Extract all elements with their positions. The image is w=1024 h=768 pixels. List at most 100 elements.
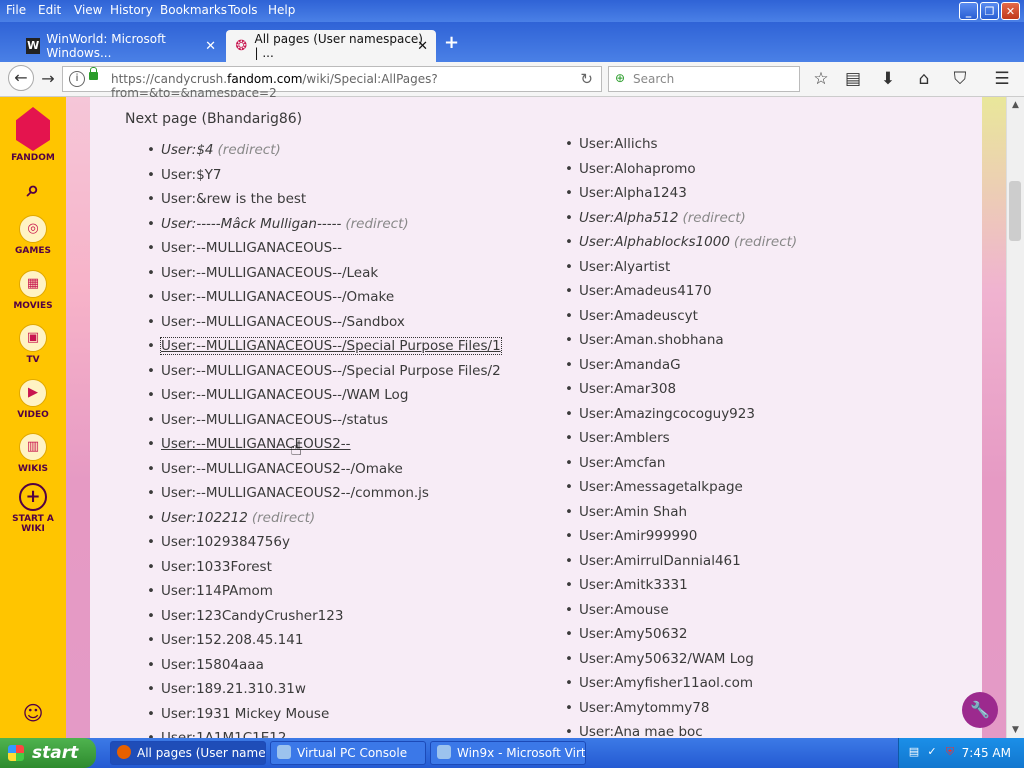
- page-link[interactable]: User:15804aaa: [161, 657, 264, 673]
- page-link[interactable]: User:Amadeus4170: [579, 283, 712, 299]
- page-link[interactable]: User:--MULLIGANACEOUS--/status: [161, 412, 388, 428]
- menu-bookmarks[interactable]: Bookmarks: [160, 3, 227, 17]
- list-item[interactable]: User:Amcfan: [565, 453, 666, 473]
- list-item[interactable]: User:1029384756y: [147, 532, 290, 552]
- list-item[interactable]: User:1931 Mickey Mouse: [147, 704, 329, 724]
- list-item[interactable]: User:114PAmom: [147, 581, 273, 601]
- page-link[interactable]: User:102212: [161, 510, 248, 526]
- user-avatar-icon[interactable]: ☺: [0, 701, 66, 725]
- menu-edit[interactable]: Edit: [38, 3, 61, 17]
- restore-icon[interactable]: ❐: [980, 2, 999, 20]
- download-icon[interactable]: ⬇: [877, 68, 899, 90]
- page-link[interactable]: User:Amitk3331: [579, 577, 688, 593]
- list-item[interactable]: User:-----Mâck Mulligan-----(redirect): [147, 214, 409, 234]
- page-link[interactable]: User:Alpha1243: [579, 185, 687, 201]
- list-item[interactable]: User:--MULLIGANACEOUS--/WAM Log: [147, 385, 408, 405]
- tab-all-pages[interactable]: ❂ All pages (User namespace) | ... ✕: [226, 30, 436, 62]
- page-link[interactable]: User:-----Mâck Mulligan-----: [161, 216, 341, 232]
- page-link[interactable]: User:$4: [161, 142, 214, 158]
- page-link[interactable]: User:Amytommy78: [579, 700, 709, 716]
- page-link[interactable]: User:152.208.45.141: [161, 632, 303, 648]
- list-item[interactable]: User:$4(redirect): [147, 140, 281, 160]
- page-link[interactable]: User:Amy50632: [579, 626, 687, 642]
- tab-winworld[interactable]: W WinWorld: Microsoft Windows... ✕: [18, 30, 224, 62]
- hamburger-menu-icon[interactable]: ☰: [991, 68, 1013, 90]
- list-item[interactable]: User:&rew is the best: [147, 189, 306, 209]
- close-icon[interactable]: ✕: [1001, 2, 1020, 20]
- menu-view[interactable]: View: [74, 3, 102, 17]
- page-link[interactable]: User:1931 Mickey Mouse: [161, 706, 329, 722]
- list-item[interactable]: User:--MULLIGANACEOUS--/status: [147, 410, 388, 430]
- menu-help[interactable]: Help: [268, 3, 295, 17]
- list-item[interactable]: User:Amar308: [565, 379, 676, 399]
- vertical-scrollbar[interactable]: ▲ ▼: [1006, 97, 1024, 738]
- page-link[interactable]: User:189.21.310.31w: [161, 681, 306, 697]
- page-link[interactable]: User:--MULLIGANACEOUS--/WAM Log: [161, 387, 408, 403]
- page-link[interactable]: User:Ana mae boc: [579, 724, 703, 738]
- list-item[interactable]: User:Amyfisher11aol.com: [565, 673, 753, 693]
- page-link[interactable]: User:AmirrulDannial461: [579, 553, 741, 569]
- fandom-logo[interactable]: FANDOM: [0, 107, 66, 163]
- bookmark-star-icon[interactable]: ☆: [810, 68, 832, 90]
- list-item[interactable]: User:Amin Shah: [565, 502, 687, 522]
- page-link[interactable]: User:Amcfan: [579, 455, 665, 471]
- list-item[interactable]: User:AmirrulDannial461: [565, 551, 741, 571]
- task-win9x[interactable]: Win9x - Microsoft Virt...: [430, 741, 586, 765]
- list-item[interactable]: User:--MULLIGANACEOUS--/Special Purpose …: [147, 361, 501, 381]
- page-link[interactable]: User:AmandaG: [579, 357, 681, 373]
- list-item[interactable]: User:--MULLIGANACEOUS2--/common.js: [147, 483, 429, 503]
- back-icon[interactable]: ←: [8, 65, 34, 91]
- new-tab-icon[interactable]: +: [444, 32, 459, 53]
- list-item[interactable]: User:Alohapromo: [565, 159, 696, 179]
- list-item[interactable]: User:189.21.310.31w: [147, 679, 306, 699]
- sidebar-item-tv[interactable]: ▣ TV: [0, 324, 66, 365]
- page-link[interactable]: User:--MULLIGANACEOUS--/Special Purpose …: [161, 363, 501, 379]
- list-item[interactable]: User:Amir999990: [565, 526, 697, 546]
- search-input[interactable]: ⊕ Search: [608, 66, 800, 92]
- list-item[interactable]: User:1033Forest: [147, 557, 272, 577]
- list-item[interactable]: User:1A1M1C1E12: [147, 728, 287, 738]
- page-link[interactable]: User:Amyfisher11aol.com: [579, 675, 753, 691]
- page-link[interactable]: User:--MULLIGANACEOUS--/Leak: [161, 265, 378, 281]
- list-item[interactable]: User:Amblers: [565, 428, 670, 448]
- url-bar[interactable]: i https://candycrush.fandom.com/wiki/Spe…: [62, 66, 602, 100]
- list-item[interactable]: User:AmandaG: [565, 355, 681, 375]
- reload-icon[interactable]: ↻: [580, 70, 593, 88]
- page-link[interactable]: User:Alpha512: [579, 210, 678, 226]
- page-link[interactable]: User:--MULLIGANACEOUS2--: [161, 436, 351, 452]
- list-item[interactable]: User:Amadeuscyt: [565, 306, 698, 326]
- home-icon[interactable]: ⌂: [913, 68, 935, 90]
- network-icon[interactable]: ▤: [907, 745, 921, 759]
- sidebar-item-movies[interactable]: ▦ MOVIES: [0, 270, 66, 311]
- sidebar-item-start-a-wiki[interactable]: + START A WIKI: [0, 483, 66, 534]
- list-item[interactable]: User:102212(redirect): [147, 508, 315, 528]
- page-link[interactable]: User:Amadeuscyt: [579, 308, 698, 324]
- menu-file[interactable]: File: [6, 3, 26, 17]
- list-item[interactable]: User:152.208.45.141: [147, 630, 303, 650]
- page-link[interactable]: User:Amy50632/WAM Log: [579, 651, 754, 667]
- page-link[interactable]: User:Amir999990: [579, 528, 697, 544]
- list-item[interactable]: User:Aman.shobhana: [565, 330, 724, 350]
- page-link[interactable]: User:--MULLIGANACEOUS--/Omake: [161, 289, 394, 305]
- page-link[interactable]: User:Alohapromo: [579, 161, 696, 177]
- page-link[interactable]: User:--MULLIGANACEOUS--: [161, 240, 342, 256]
- scroll-up-icon[interactable]: ▲: [1007, 97, 1024, 113]
- list-item[interactable]: User:Alpha512(redirect): [565, 208, 746, 228]
- list-item[interactable]: User:--MULLIGANACEOUS--/Sandbox: [147, 312, 405, 332]
- list-item[interactable]: User:123CandyCrusher123: [147, 606, 343, 626]
- start-button[interactable]: start: [0, 738, 96, 768]
- list-item[interactable]: User:Amazingcocoguy923: [565, 404, 755, 424]
- list-item[interactable]: User:$Y7: [147, 165, 221, 185]
- search-icon[interactable]: ⌕: [0, 177, 66, 202]
- task-virtual-pc[interactable]: Virtual PC Console: [270, 741, 426, 765]
- reading-list-icon[interactable]: ▤: [842, 68, 864, 90]
- wrench-tools-icon[interactable]: 🔧: [962, 692, 998, 728]
- list-item[interactable]: User:--MULLIGANACEOUS2--/Omake: [147, 459, 403, 479]
- page-link[interactable]: User:114PAmom: [161, 583, 273, 599]
- tab-close-icon[interactable]: ✕: [417, 39, 428, 54]
- next-page-link[interactable]: Next page (Bhandarig86): [125, 111, 302, 127]
- forward-icon[interactable]: →: [37, 68, 59, 90]
- page-link[interactable]: User:1A1M1C1E12: [161, 730, 286, 738]
- list-item[interactable]: User:Amy50632/WAM Log: [565, 649, 754, 669]
- page-link[interactable]: User:Alphablocks1000: [579, 234, 730, 250]
